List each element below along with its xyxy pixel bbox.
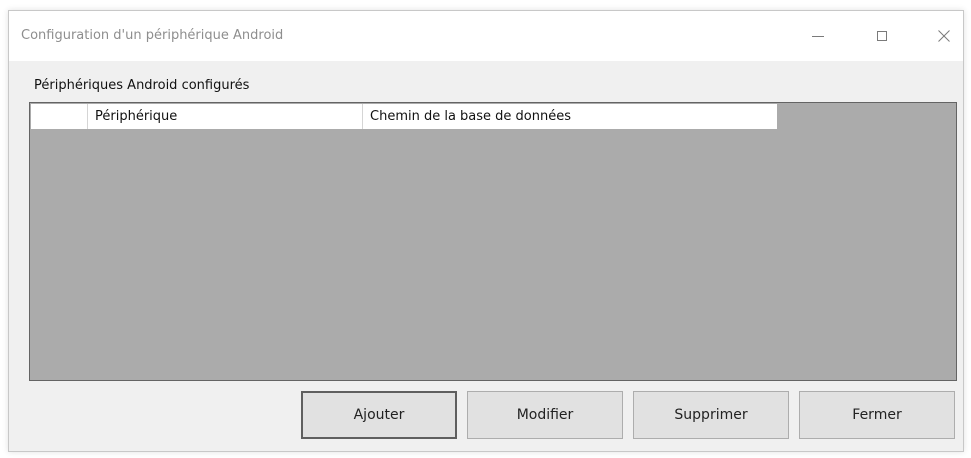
add-button[interactable]: Ajouter [301,391,457,439]
window-title: Configuration d'un périphérique Android [21,28,284,43]
close-window-button[interactable] [921,19,967,53]
close-icon [938,30,950,42]
title-bar: Configuration d'un périphérique Android [9,11,963,61]
delete-button[interactable]: Supprimer [633,391,789,439]
row-header-column[interactable] [31,104,88,129]
maximize-icon [877,31,887,41]
column-header-device[interactable]: Périphérique [88,104,363,129]
minimize-button[interactable] [795,19,841,53]
edit-button[interactable]: Modifier [467,391,623,439]
grid-header: Périphérique Chemin de la base de donnée… [31,104,777,129]
dialog-window: Configuration d'un périphérique Android … [8,10,964,452]
maximize-button[interactable] [859,19,905,53]
devices-grid[interactable]: Périphérique Chemin de la base de donnée… [29,102,957,381]
devices-group-label: Périphériques Android configurés [34,78,250,93]
close-button[interactable]: Fermer [799,391,955,439]
column-header-database-path[interactable]: Chemin de la base de données [363,104,777,129]
minimize-icon [812,35,824,37]
